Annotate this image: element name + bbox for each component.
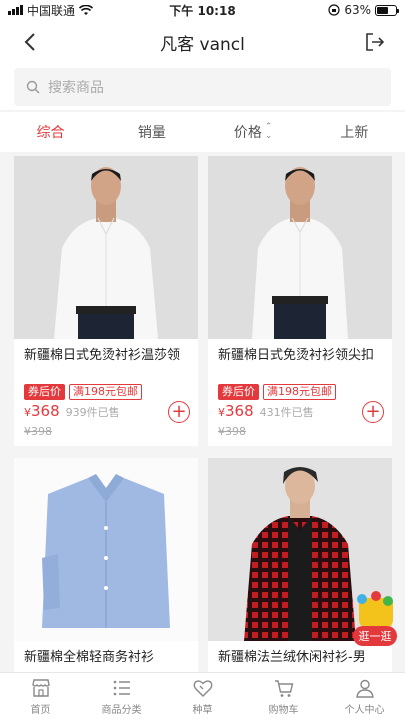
sort-bar: 综合 销量 价格 ⌃ ⌄ 上新 [0,112,405,152]
sort-sales[interactable]: 销量 [101,122,202,142]
logout-icon [366,33,385,51]
orientation-lock-icon [328,4,340,16]
tab-label: 首页 [30,705,51,716]
product-name: 新疆棉日式免烫衬衫领尖扣 [218,348,375,363]
heart-icon [193,680,212,697]
user-icon [355,679,374,698]
search-icon [26,80,40,94]
sold-count: 431件已售 [259,406,314,419]
tab-cart[interactable]: 购物车 [243,673,324,720]
product-price: ¥368 [218,402,254,420]
cart-icon [274,680,293,697]
after-coupon-tag: 券后价 [218,384,259,400]
explore-label: 逛一逛 [353,626,397,646]
status-bar: 中国联通 下午 10:18 63% [0,0,405,20]
original-price: ¥398 [218,425,246,438]
search-placeholder: 搜索商品 [48,80,104,96]
clock: 下午 10:18 [169,3,236,18]
signal-icon [8,5,23,15]
tab-home[interactable]: 首页 [0,673,81,720]
search-area: 搜索商品 [0,64,405,110]
tab-discover[interactable]: 种草 [162,673,243,720]
sort-label: 销量 [137,125,166,141]
product-image [14,156,198,339]
store-icon [31,679,50,697]
tab-label: 购物车 [268,705,299,716]
original-price: ¥398 [24,425,52,438]
sort-label: 综合 [36,125,65,141]
wifi-icon [79,4,94,15]
product-image [14,458,198,641]
add-to-cart-button[interactable]: + [168,401,190,423]
tab-categories[interactable]: 商品分类 [81,673,162,720]
sort-new[interactable]: 上新 [304,122,405,142]
battery-percent: 63% [344,3,371,17]
tab-label: 商品分类 [101,705,142,716]
page-title: 凡客 vancl [160,34,245,55]
after-coupon-tag: 券后价 [24,384,65,400]
tab-label: 种草 [192,705,213,716]
tab-profile[interactable]: 个人中心 [324,673,405,720]
tab-label: 个人中心 [344,705,385,716]
sort-label: 价格 [233,125,262,141]
sort-label: 上新 [340,125,369,141]
sort-arrows-icon: ⌃ ⌄ [264,122,273,141]
list-icon [113,680,130,696]
explore-float-button[interactable]: 逛一逛 [353,591,397,648]
carrier-label: 中国联通 [27,3,76,18]
product-card[interactable]: 新疆棉日式免烫衬衫领尖扣 券后价 满198元包邮 ¥368 431件已售 + ¥… [208,156,392,446]
sold-count: 939件已售 [65,406,120,419]
nav-bar: 凡客 vancl [0,20,405,64]
product-card[interactable]: 新疆棉日式免烫衬衫温莎领 券后价 满198元包邮 ¥368 939件已售 + ¥… [14,156,198,446]
free-shipping-tag: 满198元包邮 [263,384,336,400]
exit-button[interactable] [361,28,389,56]
free-shipping-tag: 满198元包邮 [69,384,142,400]
add-to-cart-button[interactable]: + [362,401,384,423]
product-image [208,156,392,339]
back-button[interactable] [16,28,44,56]
sort-comprehensive[interactable]: 综合 [0,122,101,142]
product-price: ¥368 [24,402,60,420]
chevron-left-icon [24,33,35,51]
search-input[interactable]: 搜索商品 [14,68,391,106]
battery-icon [375,4,399,16]
bottom-tab-bar: 首页 商品分类 种草 购物车 个人中心 [0,672,405,720]
product-name: 新疆棉日式免烫衬衫温莎领 [24,348,181,363]
sort-price[interactable]: 价格 ⌃ ⌄ [203,122,304,142]
